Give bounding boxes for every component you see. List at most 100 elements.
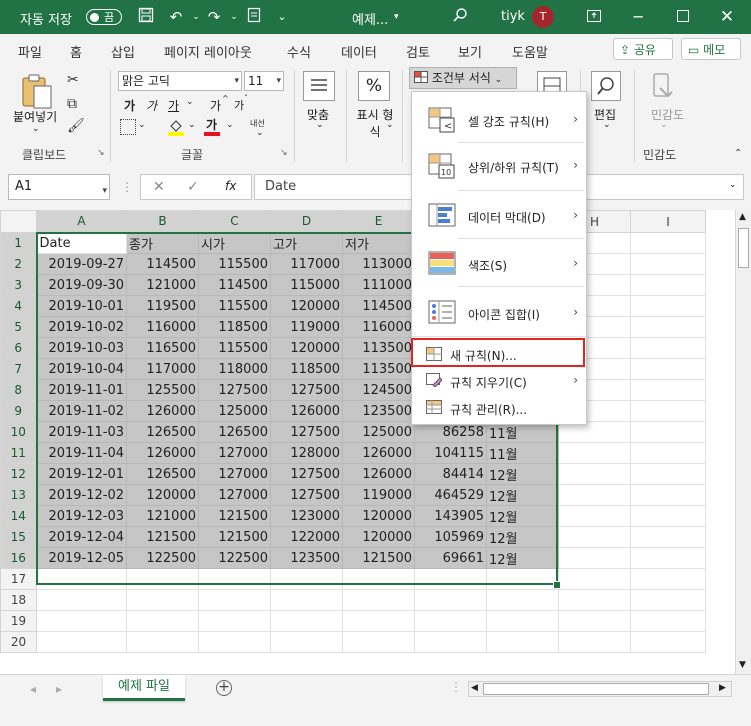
menu-item-highlight-cells-rules[interactable]: < 셀 강조 규칙(H) › xyxy=(412,102,586,138)
shrink-font-button[interactable]: 가 xyxy=(234,97,244,113)
cell[interactable]: 115500 xyxy=(198,337,271,359)
row-header[interactable]: 4 xyxy=(0,295,38,317)
cell[interactable]: 2019-12-01 xyxy=(36,463,127,485)
row-header[interactable]: 17 xyxy=(0,568,37,590)
cell[interactable]: 124500 xyxy=(342,379,415,401)
grow-font-button[interactable]: 가 xyxy=(210,97,221,114)
menu-item-clear-rules[interactable]: 규칙 지우기(C) › xyxy=(412,368,586,394)
tab-data[interactable]: 데이터 xyxy=(341,42,377,61)
cell[interactable]: 116000 xyxy=(126,316,199,338)
font-size-combo[interactable]: 11 ▾ xyxy=(244,71,284,91)
horizontal-scroll-thumb[interactable] xyxy=(483,683,709,695)
paste-icon[interactable] xyxy=(20,72,54,110)
cell[interactable] xyxy=(36,631,127,653)
cell[interactable]: 120000 xyxy=(270,337,343,359)
fill-color-dropdown-icon[interactable]: ⌄ xyxy=(188,120,196,130)
prev-sheet-icon[interactable]: ◂ xyxy=(30,682,36,696)
format-painter-icon[interactable]: 🖌 xyxy=(67,118,85,134)
search-icon[interactable] xyxy=(450,7,470,27)
row-header[interactable]: 3 xyxy=(0,274,38,296)
cell[interactable]: 122500 xyxy=(126,547,199,569)
sensitivity-icon[interactable] xyxy=(648,71,678,103)
worksheet-table[interactable]: A B C D E F G H I 1Date종가시가고가저가22019-09-… xyxy=(0,210,706,653)
cell[interactable]: 69661 xyxy=(414,547,487,569)
cell[interactable]: 123000 xyxy=(270,505,343,527)
cell[interactable]: 126000 xyxy=(342,463,415,485)
border-dropdown-icon[interactable]: ⌄ xyxy=(138,120,146,130)
cell[interactable] xyxy=(558,631,631,653)
cell[interactable] xyxy=(558,589,631,611)
cell[interactable]: 121500 xyxy=(126,526,199,548)
column-header[interactable]: C xyxy=(198,210,271,234)
cell[interactable]: 118500 xyxy=(198,316,271,338)
find-icon[interactable] xyxy=(591,71,621,101)
cell[interactable] xyxy=(558,484,631,506)
cell[interactable]: 126000 xyxy=(342,442,415,464)
underline-dropdown-icon[interactable]: ⌄ xyxy=(186,97,194,107)
cell[interactable]: 126000 xyxy=(126,400,199,422)
clipboard-launcher-icon[interactable]: ↘ xyxy=(97,148,105,158)
scroll-down-icon[interactable]: ▼ xyxy=(739,660,746,670)
scroll-up-icon[interactable]: ▲ xyxy=(739,212,746,222)
name-box[interactable]: A1 ▾ xyxy=(8,174,110,200)
redo-dropdown-icon[interactable]: ⌄ xyxy=(224,7,244,27)
cell[interactable]: 120000 xyxy=(270,295,343,317)
cell[interactable]: 2019-10-01 xyxy=(36,295,127,317)
cell[interactable]: 118500 xyxy=(270,358,343,380)
cell[interactable]: 12월 xyxy=(486,484,559,506)
cell[interactable] xyxy=(198,610,271,632)
number-format-chevron-icon[interactable]: ⌄ xyxy=(386,120,394,130)
cell[interactable]: 122000 xyxy=(270,526,343,548)
row-header[interactable]: 16 xyxy=(0,547,38,569)
cell[interactable] xyxy=(630,379,706,401)
cell[interactable]: 126000 xyxy=(270,400,343,422)
cell[interactable] xyxy=(342,631,415,653)
worksheet-grid[interactable]: A B C D E F G H I 1Date종가시가고가저가22019-09-… xyxy=(0,210,735,674)
cell[interactable]: 시가 xyxy=(198,232,271,254)
cell[interactable]: 12월 xyxy=(486,547,559,569)
cell[interactable]: 12월 xyxy=(486,463,559,485)
cell[interactable] xyxy=(342,610,415,632)
enter-entry-icon[interactable]: ✓ xyxy=(187,179,199,195)
row-header[interactable]: 10 xyxy=(0,421,38,443)
maximize-icon[interactable] xyxy=(673,7,693,27)
fill-handle[interactable] xyxy=(553,581,561,589)
vertical-scrollbar[interactable]: ▲ ▼ xyxy=(735,210,751,674)
cell[interactable] xyxy=(270,631,343,653)
cell[interactable]: 12월 xyxy=(486,505,559,527)
cell[interactable]: 2019-11-03 xyxy=(36,421,127,443)
cut-icon[interactable]: ✂ xyxy=(67,72,79,88)
cell[interactable]: 118000 xyxy=(198,358,271,380)
cell[interactable] xyxy=(630,526,706,548)
cell[interactable] xyxy=(270,568,343,590)
tab-insert[interactable]: 삽입 xyxy=(111,42,135,61)
cell[interactable] xyxy=(414,631,487,653)
column-header[interactable]: I xyxy=(630,210,706,233)
cell[interactable] xyxy=(342,568,415,590)
menu-item-new-rule[interactable]: 새 규칙(N)... xyxy=(412,341,586,367)
cell[interactable]: 128000 xyxy=(270,442,343,464)
cell[interactable]: 105969 xyxy=(414,526,487,548)
title-chevron-icon[interactable]: ▾ xyxy=(394,12,399,22)
column-header[interactable]: A xyxy=(36,210,127,234)
cell[interactable]: 127500 xyxy=(270,421,343,443)
form-icon[interactable] xyxy=(244,7,264,27)
share-button[interactable]: ⇪ 공유 xyxy=(613,38,673,60)
cell[interactable] xyxy=(630,547,706,569)
cell[interactable]: 114500 xyxy=(126,253,199,275)
comments-button[interactable]: ▭ 메모 xyxy=(681,38,741,60)
cell[interactable]: 127000 xyxy=(198,463,271,485)
cell[interactable]: 113500 xyxy=(342,358,415,380)
menu-item-manage-rules[interactable]: 규칙 관리(R)... xyxy=(412,395,586,421)
ribbon-display-icon[interactable] xyxy=(584,7,604,27)
insert-function-icon[interactable]: fx xyxy=(225,179,236,193)
cell[interactable] xyxy=(558,505,631,527)
cell[interactable] xyxy=(630,631,706,653)
cell[interactable]: 120000 xyxy=(342,505,415,527)
row-header[interactable]: 8 xyxy=(0,379,38,401)
menu-item-color-scales[interactable]: 색조(S) › xyxy=(412,244,586,284)
cell[interactable]: 119000 xyxy=(270,316,343,338)
cell[interactable] xyxy=(270,589,343,611)
row-header[interactable]: 14 xyxy=(0,505,38,527)
tab-view[interactable]: 보기 xyxy=(458,42,482,61)
